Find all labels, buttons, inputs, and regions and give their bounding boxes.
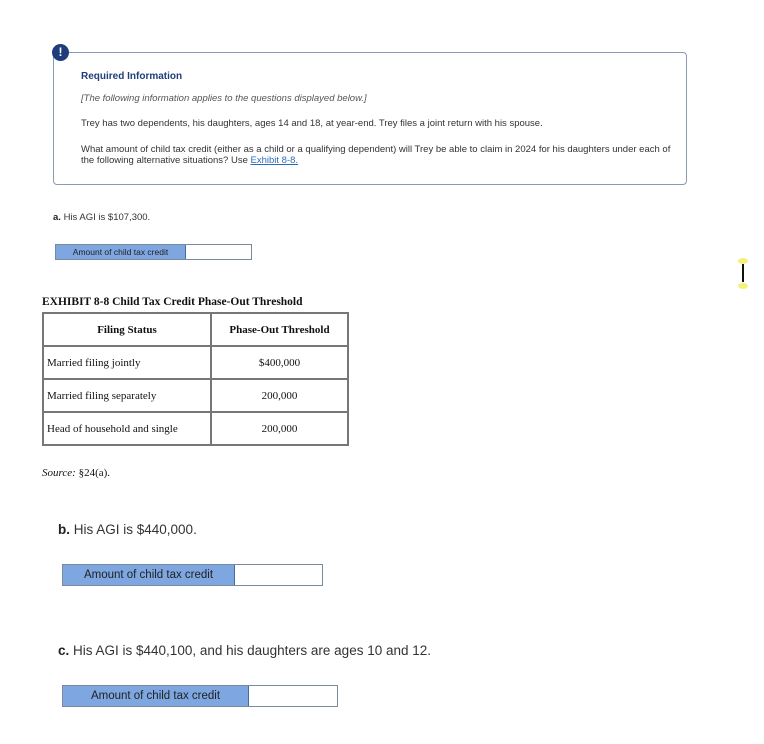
question-prompt: What amount of child tax credit (either … xyxy=(81,144,671,166)
exhibit-link[interactable]: Exhibit 8-8. xyxy=(251,155,299,166)
table-row: Married filing separately 200,000 xyxy=(42,378,349,413)
threshold-cell: 200,000 xyxy=(210,378,349,413)
filing-status-cell: Married filing separately xyxy=(42,378,212,413)
answer-row-b: Amount of child tax credit xyxy=(62,564,323,586)
question-b-letter: b. xyxy=(58,522,70,537)
required-info-note: [The following information applies to th… xyxy=(81,93,367,104)
answer-row-a: Amount of child tax credit xyxy=(55,244,252,260)
question-c: c. His AGI is $440,100, and his daughter… xyxy=(58,643,431,658)
source-text: §24(a). xyxy=(75,467,111,479)
scenario-text: Trey has two dependents, his daughters, … xyxy=(81,118,543,129)
answer-input-b[interactable] xyxy=(235,565,322,585)
answer-input-a[interactable] xyxy=(186,245,251,259)
alert-exclamation-icon: ! xyxy=(52,44,69,61)
answer-row-c: Amount of child tax credit xyxy=(62,685,338,707)
exhibit-source: Source: §24(a). xyxy=(42,467,110,479)
answer-label-c: Amount of child tax credit xyxy=(63,686,249,706)
header-phase-out-threshold: Phase-Out Threshold xyxy=(210,312,349,347)
question-c-letter: c. xyxy=(58,643,70,658)
table-row: Married filing jointly $400,000 xyxy=(42,345,349,380)
question-c-text: His AGI is $440,100, and his daughters a… xyxy=(69,643,432,658)
question-b-text: His AGI is $440,000. xyxy=(70,522,197,537)
exhibit-title: EXHIBIT 8-8 Child Tax Credit Phase-Out T… xyxy=(42,296,303,308)
question-prompt-text: What amount of child tax credit (either … xyxy=(81,144,671,166)
answer-input-c[interactable] xyxy=(249,686,337,706)
text-cursor-icon xyxy=(738,258,748,289)
filing-status-cell: Married filing jointly xyxy=(42,345,212,380)
question-a-text: His AGI is $107,300. xyxy=(60,212,151,223)
table-row: Head of household and single 200,000 xyxy=(42,411,349,446)
table-header-row: Filing Status Phase-Out Threshold xyxy=(42,312,349,347)
answer-label-a: Amount of child tax credit xyxy=(56,245,186,259)
header-filing-status: Filing Status xyxy=(42,312,212,347)
question-a: a. His AGI is $107,300. xyxy=(53,212,150,223)
threshold-cell: $400,000 xyxy=(210,345,349,380)
source-label: Source: xyxy=(42,467,76,479)
threshold-cell: 200,000 xyxy=(210,411,349,446)
required-info-title: Required Information xyxy=(81,71,183,82)
exhibit-table: Filing Status Phase-Out Threshold Marrie… xyxy=(42,312,349,446)
question-b: b. His AGI is $440,000. xyxy=(58,522,197,537)
filing-status-cell: Head of household and single xyxy=(42,411,212,446)
question-a-letter: a. xyxy=(53,212,61,223)
answer-label-b: Amount of child tax credit xyxy=(63,565,235,585)
